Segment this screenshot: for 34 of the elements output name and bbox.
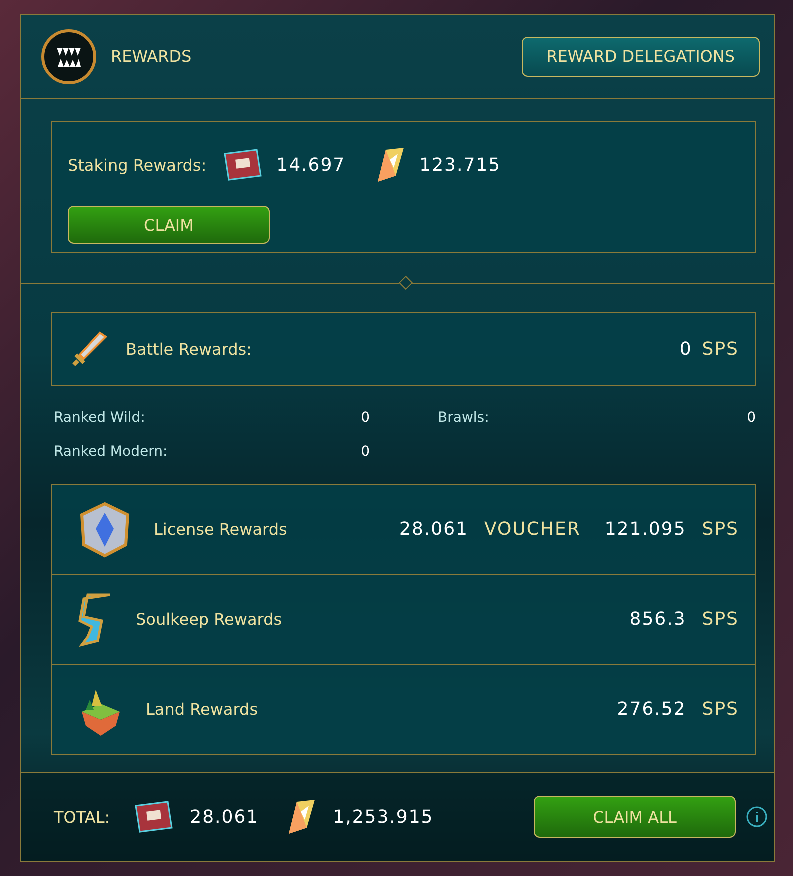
staking-label: Staking Rewards: [68, 156, 207, 174]
stat-value: 0 [361, 444, 370, 460]
info-icon[interactable] [746, 806, 768, 828]
stat-label: Brawls: [438, 410, 490, 426]
source-amount: 121.095 [604, 519, 686, 540]
claim-button[interactable]: CLAIM [68, 206, 270, 244]
battle-rewards-label: Battle Rewards: [126, 340, 252, 358]
currency-unit: VOUCHER [484, 519, 581, 540]
stat-value: 0 [361, 410, 370, 426]
stat-label: Ranked Wild: [54, 410, 146, 426]
total-label: TOTAL: [54, 808, 110, 826]
reward-amount: 123.715 [420, 154, 502, 176]
source-label: License Rewards [154, 520, 288, 539]
claim-all-button[interactable]: CLAIM ALL [534, 796, 736, 838]
battle-rewards-amount: 0 [680, 338, 692, 360]
flaming-sword-icon [70, 329, 110, 369]
currency-unit: SPS [702, 699, 739, 720]
source-label: Land Rewards [146, 700, 258, 719]
currency-unit: SPS [702, 338, 739, 360]
source-amount: 28.061 [400, 519, 469, 540]
source-amount: 276.52 [617, 699, 686, 720]
source-amount: 856.3 [630, 609, 686, 630]
fanged-mouth-icon [41, 28, 97, 84]
currency-unit: SPS [702, 609, 739, 630]
stat-label: Ranked Modern: [54, 444, 168, 460]
currency-unit: SPS [702, 519, 739, 540]
reward-amount: 14.697 [276, 154, 346, 176]
reward-delegations-button[interactable]: REWARD DELEGATIONS [522, 36, 760, 76]
total-amount: 1,253.915 [333, 806, 434, 828]
gem-badge-icon [78, 500, 132, 558]
stat-value: 0 [747, 410, 756, 426]
panel-title: REWARDS [111, 47, 192, 66]
total-amount: 28.061 [190, 806, 260, 828]
source-label: Soulkeep Rewards [136, 610, 282, 629]
